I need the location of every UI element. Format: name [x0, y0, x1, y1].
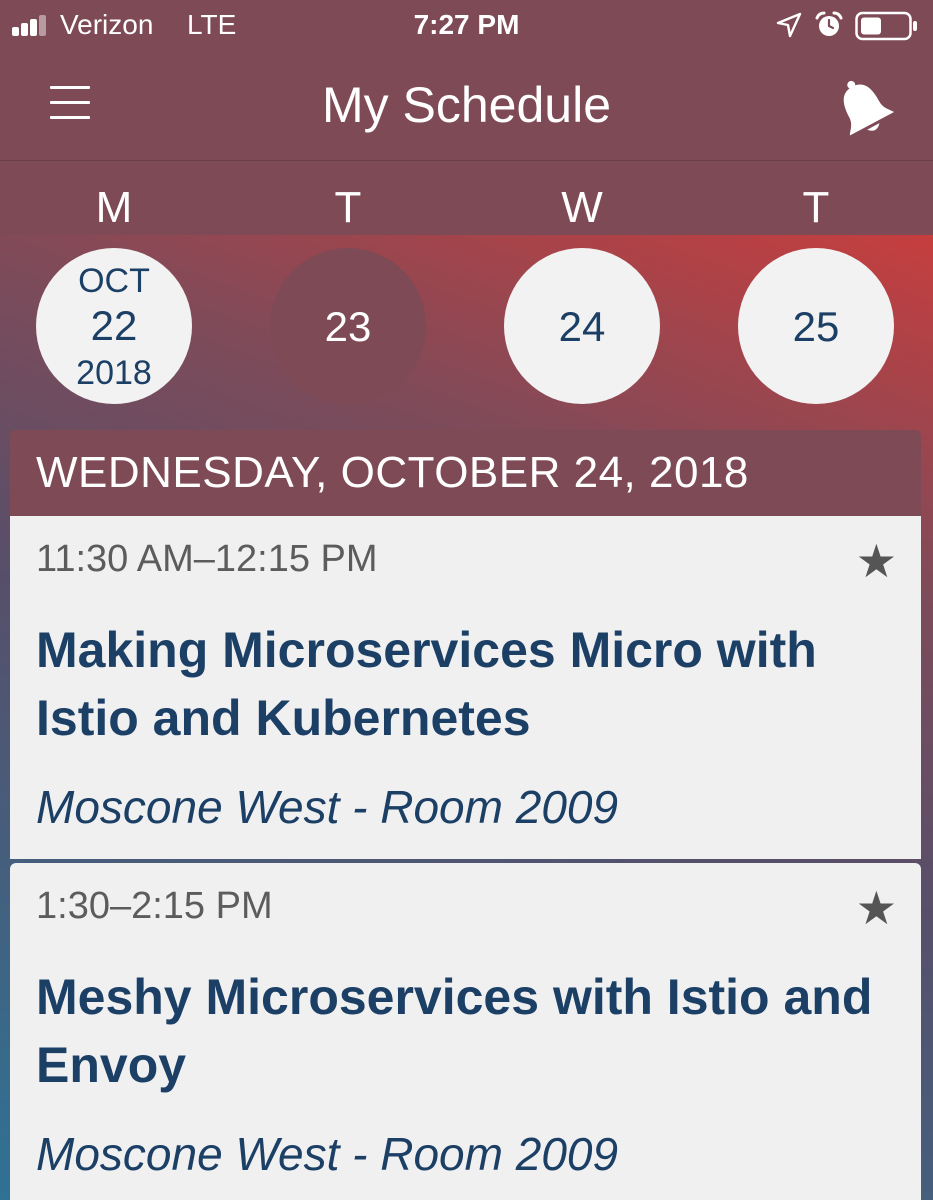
page-title: My Schedule [321, 77, 612, 133]
session-card[interactable]: 11:30 AM–12:15 PM ★ Making Microservices… [10, 516, 921, 859]
session-time: 1:30–2:15 PM [36, 885, 273, 927]
status-bar: Verizon LTE 7:27 PM [0, 0, 933, 52]
session-room: Moscone West - Room 2009 [36, 1128, 619, 1180]
session-card[interactable]: 1:30–2:15 PM ★ Meshy Microservices with … [10, 863, 921, 1200]
day-number: 24 [558, 303, 606, 350]
day-year-label: 2018 [76, 354, 152, 392]
battery-icon [855, 11, 917, 41]
weekday-wednesday: W [561, 183, 603, 232]
day-button-23[interactable]: 23 [270, 248, 426, 404]
star-icon[interactable]: ★ [856, 538, 897, 584]
date-heading: WEDNESDAY, OCTOBER 24, 2018 [36, 448, 749, 497]
location-arrow-icon [776, 12, 802, 38]
weekday-monday: M [95, 183, 133, 232]
bell-icon[interactable] [828, 74, 898, 140]
session-time: 11:30 AM–12:15 PM [36, 538, 378, 580]
day-month-label: OCT [78, 262, 150, 300]
session-room: Moscone West - Room 2009 [36, 781, 619, 833]
date-section-header: WEDNESDAY, OCTOBER 24, 2018 [10, 430, 921, 516]
schedule-screen: Verizon LTE 7:27 PM My Schedule M T W T … [0, 0, 933, 1200]
session-title: Meshy Microservices with Istio and Envoy [36, 969, 873, 1093]
day-number: 22 [90, 302, 138, 349]
star-icon[interactable]: ★ [856, 885, 897, 931]
alarm-clock-icon [815, 11, 843, 36]
day-number: 23 [324, 303, 372, 350]
day-button-25[interactable]: 25 [738, 248, 894, 404]
weekday-tuesday: T [334, 183, 362, 232]
day-button-24[interactable]: 24 [504, 248, 660, 404]
app-header: My Schedule [0, 52, 933, 161]
day-number: 25 [792, 303, 840, 350]
day-button-22[interactable]: OCT 22 2018 [36, 248, 192, 404]
session-title: Making Microservices Micro with Istio an… [36, 622, 817, 746]
weekday-thursday: T [802, 183, 830, 232]
